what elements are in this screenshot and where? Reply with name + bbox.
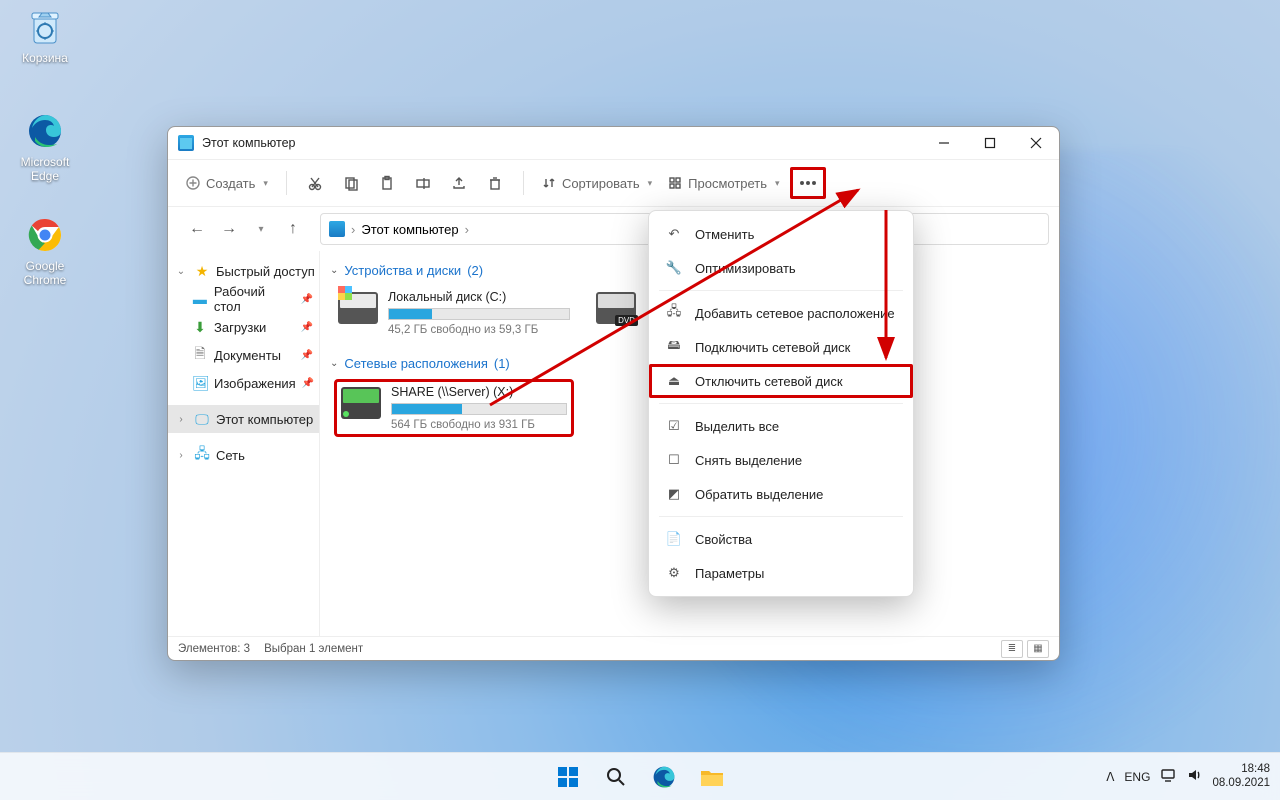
this-pc-icon: [329, 221, 345, 237]
copy-button[interactable]: [335, 167, 367, 199]
dvd-drive-icon: DVD: [596, 292, 636, 324]
close-button[interactable]: [1013, 127, 1059, 159]
menu-item-label: Снять выделение: [695, 453, 802, 468]
tray-chevron-icon[interactable]: ᐱ: [1106, 770, 1114, 784]
desktop-icon-label: Microsoft Edge: [8, 156, 82, 184]
menu-item-label: Добавить сетевое расположение: [695, 306, 895, 321]
sort-button[interactable]: Сортировать▾: [536, 167, 658, 199]
back-button[interactable]: ←: [182, 214, 212, 244]
start-button[interactable]: [547, 756, 589, 798]
options-icon: ⚙: [665, 565, 683, 581]
sidebar-item-pictures[interactable]: 🖼Изображения📌: [168, 369, 319, 397]
select-all-icon: ☑: [665, 418, 683, 434]
drive-icon: [338, 292, 378, 324]
up-button[interactable]: ↑: [278, 214, 308, 244]
select-none-icon: ☐: [665, 452, 683, 468]
menu-item-label: Оптимизировать: [695, 261, 796, 276]
sidebar-quick-access[interactable]: ⌄★ Быстрый доступ: [168, 257, 319, 285]
search-button[interactable]: [595, 756, 637, 798]
menu-item-undo[interactable]: ↶ Отменить: [649, 217, 913, 251]
pin-icon: 📌: [301, 350, 313, 361]
optimize-icon: 🔧: [665, 260, 683, 276]
menu-item-label: Обратить выделение: [695, 487, 823, 502]
menu-item-label: Параметры: [695, 566, 764, 581]
pin-icon: 📌: [301, 294, 313, 305]
sidebar-item-documents[interactable]: 🗎Документы📌: [168, 341, 319, 369]
drive-local-c[interactable]: Локальный диск (C:) 45,2 ГБ свободно из …: [334, 286, 574, 340]
pin-icon: 📌: [302, 378, 314, 389]
status-item-count: Элементов: 3: [178, 643, 250, 655]
properties-icon: 📄: [665, 531, 683, 547]
menu-item-properties[interactable]: 📄 Свойства: [649, 522, 913, 556]
recycle-bin-icon: [24, 6, 66, 48]
sidebar-item-desktop[interactable]: ▬Рабочий стол📌: [168, 285, 319, 313]
usage-bar: [391, 403, 567, 415]
usage-bar: [388, 308, 570, 320]
desktop-icon-label: Корзина: [8, 52, 82, 66]
tray-network-icon[interactable]: [1160, 767, 1176, 786]
window-title: Этот компьютер: [202, 136, 295, 150]
pin-icon: 📌: [301, 322, 313, 333]
menu-item-disconnect-net-drive[interactable]: ⏏ Отключить сетевой диск: [649, 364, 913, 398]
breadcrumb-root[interactable]: Этот компьютер: [361, 222, 458, 237]
menu-item-label: Свойства: [695, 532, 752, 547]
tray-clock[interactable]: 18:48 08.09.2021: [1212, 763, 1270, 789]
view-large-button[interactable]: ▦: [1027, 640, 1049, 658]
titlebar[interactable]: Этот компьютер: [168, 127, 1059, 159]
view-button[interactable]: Просмотреть▾: [662, 167, 785, 199]
menu-item-label: Выделить все: [695, 419, 779, 434]
drive-network-x[interactable]: SHARE (\\Server) (X:) 564 ГБ свободно из…: [334, 379, 574, 437]
taskbar-explorer[interactable]: [691, 756, 733, 798]
sidebar: ⌄★ Быстрый доступ ▬Рабочий стол📌 ⬇Загруз…: [168, 251, 320, 636]
view-details-button[interactable]: ≣: [1001, 640, 1023, 658]
map-net-drive-icon: 🖴: [665, 336, 683, 358]
menu-item-select-all[interactable]: ☑ Выделить все: [649, 409, 913, 443]
sidebar-network[interactable]: ›🖧Сеть: [168, 441, 319, 469]
paste-button[interactable]: [371, 167, 403, 199]
new-button[interactable]: Создать▾: [180, 167, 274, 199]
nav-row: ← → ▾ ↑ › Этот компьютер ›: [168, 207, 1059, 251]
menu-item-add-net-location[interactable]: 🖧 Добавить сетевое расположение: [649, 296, 913, 330]
taskbar: ᐱ ENG 18:48 08.09.2021: [0, 752, 1280, 800]
desktop-icon-edge[interactable]: Microsoft Edge: [8, 110, 82, 184]
toolbar: Создать▾ Сортировать▾ Просмотреть▾: [168, 159, 1059, 207]
this-pc-icon: [178, 135, 194, 151]
share-button[interactable]: [443, 167, 475, 199]
menu-item-select-none[interactable]: ☐ Снять выделение: [649, 443, 913, 477]
sidebar-item-downloads[interactable]: ⬇Загрузки📌: [168, 313, 319, 341]
tray-lang[interactable]: ENG: [1124, 770, 1150, 784]
chrome-icon: [24, 214, 66, 256]
desktop-icon-chrome[interactable]: Google Chrome: [8, 214, 82, 288]
maximize-button[interactable]: [967, 127, 1013, 159]
desktop-icon-label: Google Chrome: [8, 260, 82, 288]
status-selected: Выбран 1 элемент: [264, 643, 363, 655]
edge-icon: [24, 110, 66, 152]
add-net-location-icon: 🖧: [665, 302, 683, 324]
status-bar: Элементов: 3 Выбран 1 элемент ≣ ▦: [168, 636, 1059, 660]
menu-item-map-net-drive[interactable]: 🖴 Подключить сетевой диск: [649, 330, 913, 364]
more-button[interactable]: [790, 167, 826, 199]
desktop-icon-recycle-bin[interactable]: Корзина: [8, 6, 82, 66]
menu-item-label: Отменить: [695, 227, 754, 242]
forward-button[interactable]: →: [214, 214, 244, 244]
invert-selection-icon: ◩: [665, 486, 683, 502]
more-context-menu: ↶ Отменить 🔧 Оптимизировать 🖧 Добавить сетево…: [648, 210, 914, 597]
menu-item-options[interactable]: ⚙ Параметры: [649, 556, 913, 590]
network-drive-icon: [341, 387, 381, 419]
rename-button[interactable]: [407, 167, 439, 199]
delete-button[interactable]: [479, 167, 511, 199]
recent-button[interactable]: ▾: [246, 214, 276, 244]
menu-item-label: Подключить сетевой диск: [695, 340, 850, 355]
tray-volume-icon[interactable]: [1186, 767, 1202, 786]
taskbar-edge[interactable]: [643, 756, 685, 798]
menu-item-label: Отключить сетевой диск: [695, 374, 843, 389]
disconnect-net-drive-icon: ⏏: [665, 373, 683, 389]
sidebar-this-pc[interactable]: ›🖵Этот компьютер: [168, 405, 319, 433]
menu-item-optimize[interactable]: 🔧 Оптимизировать: [649, 251, 913, 285]
menu-item-invert-selection[interactable]: ◩ Обратить выделение: [649, 477, 913, 511]
undo-icon: ↶: [665, 226, 683, 242]
minimize-button[interactable]: [921, 127, 967, 159]
cut-button[interactable]: [299, 167, 331, 199]
explorer-window: Этот компьютер Создать▾ Сортировать▾ Про…: [167, 126, 1060, 661]
